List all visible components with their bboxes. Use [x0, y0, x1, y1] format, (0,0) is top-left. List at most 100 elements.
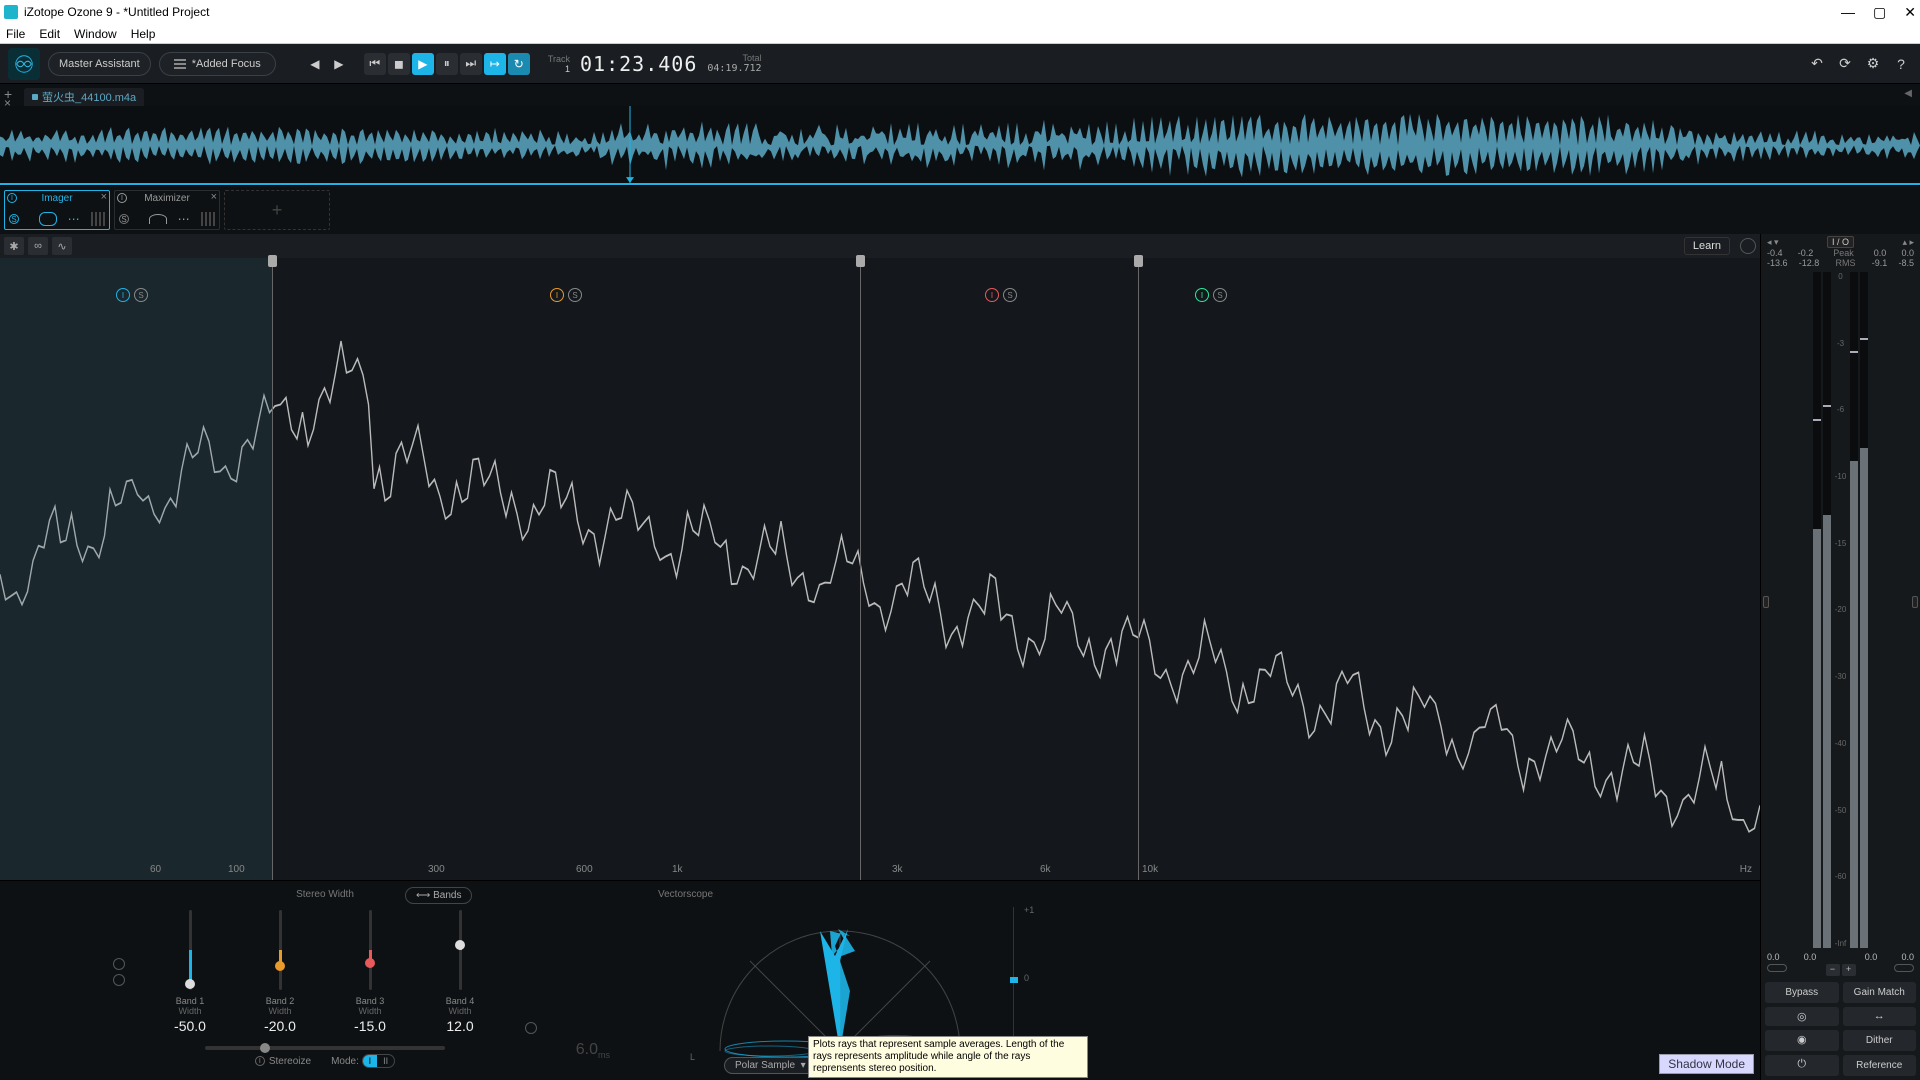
editor-toolbar: ✱ ∞ ∿ Learn	[0, 234, 1760, 258]
tab-chevron-icon[interactable]: ◀	[1904, 88, 1912, 99]
undo-button[interactable]: ↶	[1806, 53, 1828, 75]
solo-icon[interactable]: S	[9, 214, 19, 224]
menu-bar: File Edit Window Help	[0, 24, 1920, 44]
output-gain-handle[interactable]	[1912, 596, 1918, 608]
settings-button[interactable]: ⚙	[1862, 53, 1884, 75]
learn-button[interactable]: Learn	[1684, 237, 1730, 255]
mode-switch[interactable]: III	[362, 1054, 396, 1068]
link-toggles-left[interactable]	[113, 910, 125, 1034]
main-toolbar: Master Assistant *Added Focus ◀ ▶ ⏮ ◼ ▶ …	[0, 44, 1920, 84]
band3-icons[interactable]: IS	[985, 288, 1019, 302]
close-icon[interactable]: ×	[101, 191, 107, 203]
solo-icon[interactable]: S	[119, 214, 129, 224]
gain-minus-button[interactable]: −	[1826, 964, 1840, 976]
band2-slider[interactable]: Band 2Width-20.0	[255, 910, 305, 1034]
menu-edit[interactable]: Edit	[39, 27, 60, 41]
menu-window[interactable]: Window	[74, 27, 117, 41]
band3-slider[interactable]: Band 3Width-15.0	[345, 910, 395, 1034]
app-logo-icon	[4, 5, 18, 19]
module-maximizer[interactable]: I Maximizer × S ⋯	[114, 190, 220, 230]
stereoize-label: Stereoize	[269, 1056, 311, 1067]
power-icon[interactable]: I	[255, 1056, 265, 1066]
prev-track-button[interactable]: ◀	[304, 53, 326, 75]
add-module-button[interactable]: +	[224, 190, 330, 230]
correlation-meter	[1010, 907, 1018, 1047]
link-in-icon[interactable]	[1767, 964, 1787, 972]
play-button[interactable]: ▶	[412, 53, 434, 75]
sum-mono-button[interactable]: ◎	[1765, 1007, 1839, 1026]
link-out-icon[interactable]	[1894, 964, 1914, 972]
module-chain: I Imager × S ⋯ I Maximizer × S ⋯ +	[0, 186, 1920, 234]
band1-shade	[0, 258, 272, 880]
bypass-button[interactable]: Bypass	[1765, 982, 1839, 1003]
power-icon[interactable]: I	[117, 193, 127, 203]
module-imager[interactable]: I Imager × S ⋯	[4, 190, 110, 230]
minimize-button[interactable]: —	[1841, 4, 1855, 21]
tool-curve-button[interactable]: ∿	[52, 237, 72, 255]
current-time: 01:23.406	[580, 52, 697, 76]
vectorscope-title: Vectorscope	[658, 889, 1752, 900]
file-tab[interactable]: 萤火虫_44100.m4a	[24, 88, 144, 106]
toolbar-right: ↶ ⟳ ⚙ ?	[1806, 53, 1912, 75]
power-icon[interactable]: I	[7, 193, 17, 203]
codec-button[interactable]: ◉	[1765, 1030, 1839, 1051]
module-menu-icon[interactable]: ⋯	[178, 212, 191, 226]
stop-button[interactable]: ◼	[388, 53, 410, 75]
frequency-labels: 60 100 300 600 1k 3k 6k 10k Hz	[0, 864, 1760, 878]
meter-in-chevron-icon[interactable]: ◂ ▾	[1767, 237, 1779, 248]
pause-button[interactable]: ⏸	[436, 53, 458, 75]
spectrum-analyzer[interactable]: IS IS IS IS 60 100 300 600 1k 3k 6k 10k …	[0, 258, 1760, 880]
maximizer-knob-icon	[149, 214, 167, 224]
band1-slider[interactable]: Band 1Width-50.0	[165, 910, 215, 1034]
master-assistant-button[interactable]: Master Assistant	[48, 52, 151, 76]
delay-slider[interactable]	[205, 1046, 445, 1050]
reference-power-icon[interactable]: ⏻	[1765, 1055, 1839, 1076]
file-icon	[32, 94, 38, 100]
total-meta: Total 04:19.712	[707, 53, 761, 74]
loop-button[interactable]: ↻	[508, 53, 530, 75]
gain-plus-button[interactable]: +	[1842, 964, 1856, 976]
tool-crosshair-button[interactable]: ✱	[4, 237, 24, 255]
close-icon[interactable]: ×	[211, 191, 217, 203]
help-button[interactable]: ?	[1890, 53, 1912, 75]
swap-channels-button[interactable]: ↔	[1843, 1007, 1917, 1026]
band-divider-1[interactable]	[272, 258, 273, 880]
io-badge[interactable]: I / O	[1827, 236, 1854, 248]
link-toggles-right[interactable]	[525, 910, 537, 1034]
tool-link-button[interactable]: ∞	[28, 237, 48, 255]
band2-icons[interactable]: IS	[550, 288, 584, 302]
band4-icons[interactable]: IS	[1195, 288, 1229, 302]
module-menu-icon[interactable]: ⋯	[68, 212, 81, 226]
menu-file[interactable]: File	[6, 27, 25, 41]
history-button[interactable]: ⟳	[1834, 53, 1856, 75]
next-track-button[interactable]: ▶	[328, 53, 350, 75]
target-icon[interactable]	[1740, 238, 1756, 254]
vectorscope-panel: Vectorscope L R +1	[650, 881, 1760, 1080]
ozone-logo-icon	[8, 48, 40, 80]
bottom-panel: Stereo Width ⟷ Bands Band 1Width-50.0 Ba…	[0, 880, 1760, 1080]
close-button[interactable]: ✕	[1904, 4, 1916, 21]
reference-button[interactable]: Reference	[1843, 1055, 1917, 1076]
loop-section-button[interactable]: ↦	[484, 53, 506, 75]
mode-label: Mode:	[331, 1056, 359, 1067]
band-divider-2[interactable]	[860, 258, 861, 880]
bands-toggle-button[interactable]: ⟷ Bands	[405, 887, 472, 904]
band1-icons[interactable]: IS	[116, 288, 150, 302]
waveform-overview[interactable]: (function(){ let p="M0 40 ";let y=40; fo…	[0, 106, 1920, 186]
skip-forward-button[interactable]: ⏭	[460, 53, 482, 75]
band4-slider[interactable]: Band 4Width12.0	[435, 910, 485, 1034]
band-divider-3[interactable]	[1138, 258, 1139, 880]
meter-out-chevron-icon[interactable]: ▴ ▸	[1902, 237, 1914, 248]
module-meter-icon	[91, 212, 105, 226]
maximize-button[interactable]: ▢	[1873, 4, 1886, 21]
input-gain-handle[interactable]	[1763, 596, 1769, 608]
module-meter-icon	[201, 212, 215, 226]
window-title: iZotope Ozone 9 - *Untitled Project	[24, 5, 209, 19]
dither-button[interactable]: Dither	[1843, 1030, 1917, 1051]
preset-selector[interactable]: *Added Focus	[159, 52, 276, 76]
tooltip: Plots rays that represent sample average…	[808, 1036, 1088, 1078]
menu-help[interactable]: Help	[131, 27, 156, 41]
polar-sample-button[interactable]: Polar Sample ▾	[724, 1057, 817, 1074]
skip-back-button[interactable]: ⏮	[364, 53, 386, 75]
gain-match-button[interactable]: Gain Match	[1843, 982, 1917, 1003]
